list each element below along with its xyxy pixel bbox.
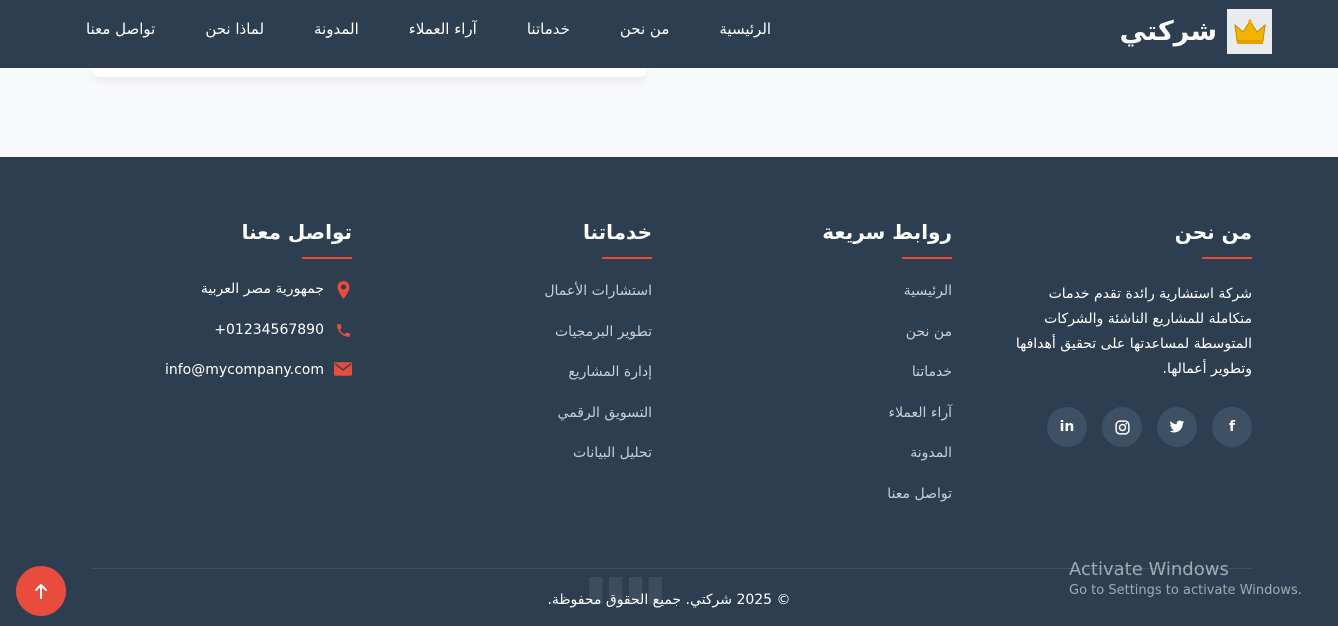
footer-contact: تواصل معنا جمهورية مصر العربية +01234567…	[165, 220, 353, 403]
services-title: خدماتنا	[583, 220, 653, 259]
footer-services: خدماتنا استشارات الأعمال تطوير البرمجيات…	[544, 220, 653, 484]
instagram-icon[interactable]	[1102, 407, 1142, 447]
social-links: f in	[1012, 407, 1252, 447]
contact-address-text: جمهورية مصر العربية	[200, 281, 324, 297]
footer-link-home[interactable]: الرئيسية	[822, 281, 952, 322]
arrow-up-icon	[35, 584, 47, 599]
map-marker-icon	[334, 281, 352, 299]
footer-link-about[interactable]: من نحن	[822, 322, 952, 363]
footer-link-services[interactable]: خدماتنا	[822, 362, 952, 403]
service-link-consulting[interactable]: استشارات الأعمال	[544, 281, 652, 322]
contact-email-text: info@mycompany.com	[164, 362, 324, 379]
nav-item-home[interactable]: الرئيسية	[719, 20, 771, 38]
site-header: شركتي الرئيسية من نحن خدماتنا آراء العمل…	[0, 0, 1338, 68]
nav-item-blog[interactable]: المدونة	[314, 20, 359, 38]
nav-item-contact[interactable]: تواصل معنا	[86, 20, 155, 38]
about-text: شركة استشارية رائدة تقدم خدمات متكاملة ل…	[1015, 286, 1252, 377]
content-section	[0, 68, 1338, 157]
quick-links-title: روابط سريعة	[822, 220, 952, 259]
services-list: استشارات الأعمال تطوير البرمجيات إدارة ا…	[544, 281, 652, 484]
footer-link-contact[interactable]: تواصل معنا	[822, 484, 952, 525]
main-nav: الرئيسية من نحن خدماتنا آراء العملاء الم…	[86, 20, 771, 38]
contact-address: جمهورية مصر العربية	[165, 281, 352, 322]
envelope-icon	[334, 362, 352, 376]
facebook-icon[interactable]: f	[1212, 407, 1252, 447]
service-link-marketing[interactable]: التسويق الرقمي	[544, 403, 652, 444]
facebook-glyph: f	[1228, 419, 1236, 435]
service-link-project-management[interactable]: إدارة المشاريع	[544, 362, 652, 403]
about-title: من نحن	[1175, 220, 1253, 259]
activation-title: Activate Windows	[1069, 559, 1229, 580]
service-link-software[interactable]: تطوير البرمجيات	[544, 322, 652, 363]
activation-subtitle: Go to Settings to activate Windows.	[1069, 583, 1302, 598]
twitter-icon[interactable]	[1157, 407, 1197, 447]
footer-quick-links: روابط سريعة الرئيسية من نحن خدماتنا آراء…	[822, 220, 952, 525]
nav-item-why-us[interactable]: لماذا نحن	[205, 20, 264, 38]
nav-item-about[interactable]: من نحن	[620, 20, 670, 38]
scroll-to-top-button[interactable]	[16, 566, 66, 616]
footer-link-blog[interactable]: المدونة	[822, 443, 952, 484]
brand[interactable]: شركتي	[1120, 9, 1272, 54]
brand-name: شركتي	[1119, 16, 1217, 47]
crown-icon	[1227, 9, 1272, 54]
linkedin-icon[interactable]: in	[1047, 407, 1087, 447]
card	[92, 68, 647, 77]
phone-icon	[334, 322, 352, 339]
service-link-data-analysis[interactable]: تحليل البيانات	[544, 443, 652, 484]
contact-email[interactable]: info@mycompany.com	[165, 362, 352, 403]
nav-item-services[interactable]: خدماتنا	[527, 20, 570, 38]
footer-about: من نحن شركة استشارية رائدة تقدم خدمات مت…	[1012, 220, 1253, 447]
footer-link-testimonials[interactable]: آراء العملاء	[822, 403, 952, 444]
linkedin-glyph: in	[1059, 419, 1075, 435]
contact-phone-text: +01234567890	[214, 321, 324, 338]
contact-list: جمهورية مصر العربية +01234567890 info@my…	[165, 281, 352, 403]
quick-links-list: الرئيسية من نحن خدماتنا آراء العملاء الم…	[822, 281, 952, 525]
nav-item-testimonials[interactable]: آراء العملاء	[409, 20, 477, 38]
windows-activation-notice: Activate Windows Go to Settings to activ…	[1069, 559, 1302, 598]
contact-title: تواصل معنا	[242, 220, 353, 259]
contact-phone[interactable]: +01234567890	[165, 322, 352, 363]
